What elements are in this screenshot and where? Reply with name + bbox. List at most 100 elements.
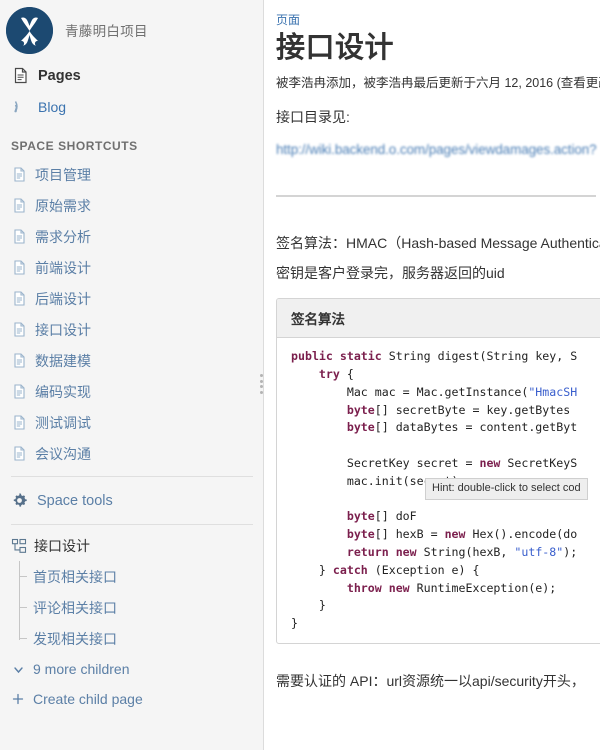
- sidebar-shortcut-item[interactable]: 前端设计: [0, 252, 263, 283]
- space-shortcuts-heading: SPACE SHORTCUTS: [11, 139, 138, 153]
- more-children-toggle[interactable]: 9 more children: [0, 654, 263, 684]
- sidebar-shortcut-item[interactable]: 测试调试: [0, 407, 263, 438]
- page-icon: [11, 198, 27, 214]
- code-token: "HmacSH: [528, 384, 578, 399]
- code-line: byte[] hexB = new Hex().encode(do: [291, 526, 600, 544]
- breadcrumb[interactable]: 页面: [276, 11, 300, 28]
- signature-algorithm-paragraph: 签名算法：HMAC（Hash-based Message Authentica: [276, 235, 600, 252]
- sidebar-shortcut-item[interactable]: 接口设计: [0, 314, 263, 345]
- sidebar-shortcut-item[interactable]: 项目管理: [0, 159, 263, 190]
- code-line: }: [291, 597, 600, 615]
- code-line: }: [291, 615, 600, 633]
- code-select-hint-tooltip: Hint: double-click to select cod: [425, 478, 588, 500]
- code-token: throw new: [291, 580, 417, 595]
- code-token: [] dataBytes = content.getByt: [374, 420, 578, 435]
- sidebar-shortcut-label: 原始需求: [35, 197, 91, 214]
- space-shortcuts-list: 项目管理 原始需求 需求分析 前端设计 后端设计 接口设计 数据建模 编码实现 …: [0, 159, 263, 469]
- sidebar-shortcut-label: 接口设计: [35, 321, 91, 338]
- sidebar-item-blog-label: Blog: [38, 98, 67, 115]
- sidebar-divider-2: [11, 524, 253, 525]
- page-icon: [11, 353, 27, 369]
- code-token: }: [291, 562, 333, 577]
- code-panel: 签名算法 public static String digest(String …: [276, 298, 600, 644]
- code-token: byte: [291, 402, 375, 417]
- content-divider: [276, 195, 596, 198]
- code-token: SecretKeyS: [507, 456, 578, 470]
- page-tree-children: 首页相关接口 评论相关接口 发现相关接口: [0, 561, 263, 654]
- create-child-page-label: Create child page: [33, 691, 143, 707]
- page-content: 页面 接口设计 被李浩冉添加，被李浩冉最后更新于六月 12, 2016 (查看更…: [264, 0, 600, 750]
- page-title: 接口设计: [276, 32, 395, 64]
- sidebar-shortcut-item[interactable]: 编码实现: [0, 376, 263, 407]
- api-catalog-link[interactable]: http://wiki.backend.o.com/pages/viewdama…: [276, 142, 600, 157]
- sidebar-divider-1: [11, 476, 253, 477]
- space-sidebar: 青藤明白项目 Pages Blog SPACE SHORTCUTS 项目管理 原…: [0, 0, 264, 750]
- code-token: Mac mac = Mac.getInstance(: [291, 384, 529, 399]
- sidebar-item-blog[interactable]: Blog: [0, 91, 263, 122]
- confluence-page: 青藤明白项目 Pages Blog SPACE SHORTCUTS 项目管理 原…: [0, 0, 600, 750]
- sidebar-item-pages-label: Pages: [38, 67, 81, 84]
- code-token: return new: [291, 544, 424, 559]
- sidebar-shortcut-label: 项目管理: [35, 166, 91, 183]
- sidebar-shortcut-label: 后端设计: [35, 290, 91, 307]
- page-tree-child-label: 评论相关接口: [33, 599, 117, 616]
- code-token: public static: [291, 349, 389, 364]
- sidebar-shortcut-label: 会议沟通: [35, 445, 91, 462]
- code-token: String digest(String key, S: [388, 349, 578, 364]
- code-line: public static String digest(String key, …: [291, 348, 600, 366]
- code-line: Mac mac = Mac.getInstance("HmacSH: [291, 384, 600, 402]
- space-header[interactable]: 青藤明白项目: [0, 0, 263, 60]
- sidebar-space-tools[interactable]: Space tools: [0, 484, 263, 517]
- code-token: byte: [291, 527, 375, 542]
- page-metadata: 被李浩冉添加，被李浩冉最后更新于六月 12, 2016 (查看更改): [276, 76, 600, 91]
- page-icon: [11, 446, 27, 462]
- code-token: byte: [291, 509, 375, 524]
- page-icon: [11, 415, 27, 431]
- code-line: SecretKey secret = new SecretKeyS: [291, 455, 600, 473]
- code-token: String(hexB,: [423, 544, 515, 559]
- code-token: }: [291, 616, 298, 631]
- sidebar-shortcut-label: 测试调试: [35, 414, 91, 431]
- page-icon: [11, 229, 27, 245]
- code-line: return new String(hexB, "utf-8");: [291, 544, 600, 562]
- page-tree-child[interactable]: 首页相关接口: [19, 561, 263, 592]
- create-child-page-button[interactable]: Create child page: [0, 684, 263, 714]
- code-token: RuntimeException(e);: [416, 580, 557, 595]
- page-icon: [11, 260, 27, 276]
- code-line: byte[] doF: [291, 508, 600, 526]
- page-tree-root-label: 接口设计: [34, 538, 90, 554]
- page-tree-child[interactable]: 发现相关接口: [19, 623, 263, 654]
- code-token: }: [291, 598, 326, 613]
- sidebar-shortcut-item[interactable]: 数据建模: [0, 345, 263, 376]
- sidebar-shortcut-item[interactable]: 原始需求: [0, 190, 263, 221]
- code-token: try: [291, 367, 347, 382]
- sidebar-shortcut-item[interactable]: 需求分析: [0, 221, 263, 252]
- page-tree-child[interactable]: 评论相关接口: [19, 592, 263, 623]
- code-line: throw new RuntimeException(e);: [291, 580, 600, 598]
- chevron-down-icon: [11, 662, 25, 676]
- page-tree-root[interactable]: 接口设计: [0, 532, 263, 560]
- sidebar-shortcut-label: 前端设计: [35, 259, 91, 276]
- code-line: byte[] dataBytes = content.getByt: [291, 419, 600, 437]
- code-token: Hex().encode(do: [472, 527, 578, 542]
- code-line: } catch (Exception e) {: [291, 562, 600, 580]
- plus-icon: [11, 692, 25, 706]
- scissors-x-logo-icon[interactable]: [6, 6, 53, 54]
- sidebar-main-nav: Pages Blog: [0, 60, 263, 128]
- page-icon: [11, 291, 27, 307]
- pages-icon: [11, 67, 29, 85]
- code-line: try {: [291, 366, 600, 384]
- sidebar-item-pages[interactable]: Pages: [0, 60, 263, 91]
- code-token: [] hexB =: [374, 527, 445, 542]
- sidebar-shortcut-item[interactable]: 后端设计: [0, 283, 263, 314]
- auth-api-paragraph: 需要认证的 API：url资源统一以api/security开头，: [276, 672, 585, 689]
- sidebar-shortcut-item[interactable]: 会议沟通: [0, 438, 263, 469]
- code-token: new: [444, 527, 473, 542]
- code-token: byte: [291, 420, 375, 435]
- sidebar-shortcut-label: 编码实现: [35, 383, 91, 400]
- space-name: 青藤明白项目: [65, 24, 148, 39]
- page-tree-child-label: 首页相关接口: [33, 568, 117, 585]
- page-icon: [11, 167, 27, 183]
- code-token: new: [479, 456, 508, 470]
